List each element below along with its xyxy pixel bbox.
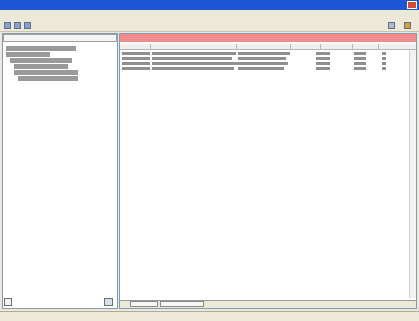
resize-grip-icon[interactable] [104,298,113,306]
table-cell [152,67,234,70]
table-header [120,44,416,50]
table-cell [354,62,366,65]
toolbar-button-1[interactable] [4,22,11,29]
alert-header-text [124,35,234,41]
status-text [3,312,93,320]
table-cell [152,52,236,55]
tree-item[interactable] [14,64,68,69]
toolbar [0,19,419,32]
tab-1[interactable] [130,301,158,307]
vertical-scrollbar[interactable] [409,50,416,298]
tree-item[interactable] [18,76,78,81]
table-cell [122,67,150,70]
menu-bar [0,10,419,19]
table-cell [122,57,150,60]
column-divider[interactable] [236,44,237,50]
table-cell [238,62,288,65]
table-cell [354,52,366,55]
toolbar-button-right-2[interactable] [404,22,411,29]
column-divider[interactable] [320,44,321,50]
window-title [3,1,363,9]
table-cell [354,57,366,60]
tree-item[interactable] [6,46,76,51]
column-divider[interactable] [150,44,151,50]
table-cell [152,57,232,60]
column-divider[interactable] [378,44,379,50]
table-cell [238,57,286,60]
column-divider[interactable] [290,44,291,50]
table-cell [316,67,330,70]
tree-filter-input[interactable] [3,34,117,42]
toolbar-button-right-1[interactable] [388,22,395,29]
table-cell [382,62,386,65]
table-cell [152,62,238,65]
table-cell [382,67,386,70]
table-cell [238,52,290,55]
table-cell [238,67,284,70]
tree-item[interactable] [14,70,78,75]
close-icon[interactable] [407,1,417,9]
content-pane [119,33,417,309]
column-divider[interactable] [352,44,353,50]
table-cell [316,57,330,60]
table-cell [382,52,386,55]
table-row[interactable] [120,66,416,71]
tree-item[interactable] [6,52,50,57]
toolbar-button-3[interactable] [24,22,31,29]
tab-2[interactable] [160,301,204,307]
table-cell [122,52,150,55]
table-cell [316,62,330,65]
tree-item[interactable] [10,58,72,63]
new-item-icon[interactable] [4,298,12,306]
table-cell [354,67,366,70]
table-cell [122,62,150,65]
table-cell [316,52,330,55]
toolbar-button-2[interactable] [14,22,21,29]
table-cell [382,57,386,60]
